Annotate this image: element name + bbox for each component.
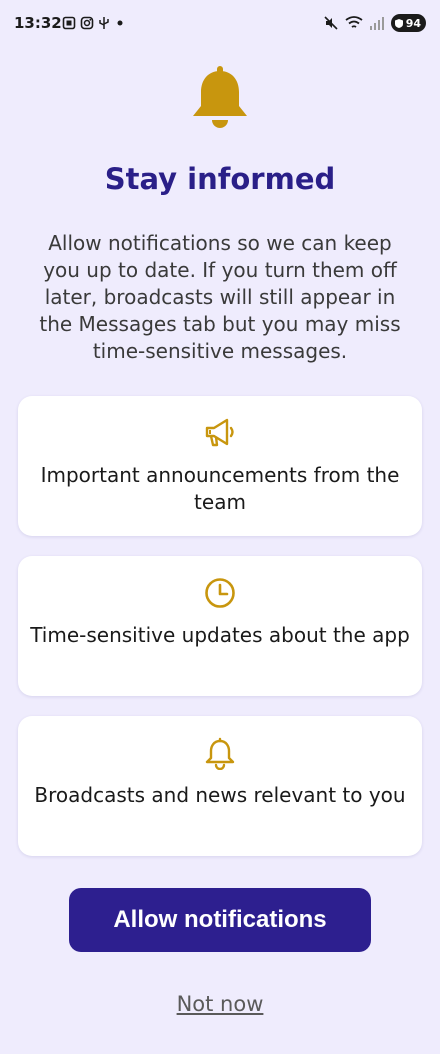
feature-text: Time-sensitive updates about the app: [30, 623, 410, 647]
allow-notifications-button[interactable]: Allow notifications: [69, 888, 371, 952]
dot-icon: [117, 20, 123, 26]
screenshot-icon: [62, 16, 76, 30]
not-now-link[interactable]: Not now: [177, 992, 264, 1016]
feature-card-broadcasts: Broadcasts and news relevant to you: [18, 716, 422, 856]
battery-icon: 94: [390, 14, 426, 32]
mute-icon: [324, 16, 338, 30]
feature-card-announcements: Important announcements from the team: [18, 396, 422, 536]
status-bar: 13:32 94: [0, 0, 440, 48]
battery-level: 94: [405, 16, 421, 30]
feature-card-updates: Time-sensitive updates about the app: [18, 556, 422, 696]
battery-shield-icon: [394, 18, 403, 28]
megaphone-icon: [205, 418, 234, 447]
bell-icon: [193, 66, 247, 128]
page-title: Stay informed: [104, 162, 336, 196]
signal-icon: [369, 17, 384, 30]
clock-icon: [205, 578, 235, 608]
status-time: 13:32: [14, 14, 62, 32]
feature-text: Important announcements from the team: [40, 463, 400, 514]
usb-icon: [99, 17, 109, 29]
page-description: Allow notifications so we can keep you u…: [39, 231, 401, 363]
status-left-icons: [62, 16, 126, 30]
status-right-icons: 94: [323, 14, 426, 32]
not-now-container: Not now: [0, 992, 440, 1016]
wifi-icon: [345, 16, 363, 28]
bell-outline-icon: [205, 737, 235, 770]
instagram-icon: [80, 16, 94, 30]
feature-text: Broadcasts and news relevant to you: [34, 783, 406, 807]
